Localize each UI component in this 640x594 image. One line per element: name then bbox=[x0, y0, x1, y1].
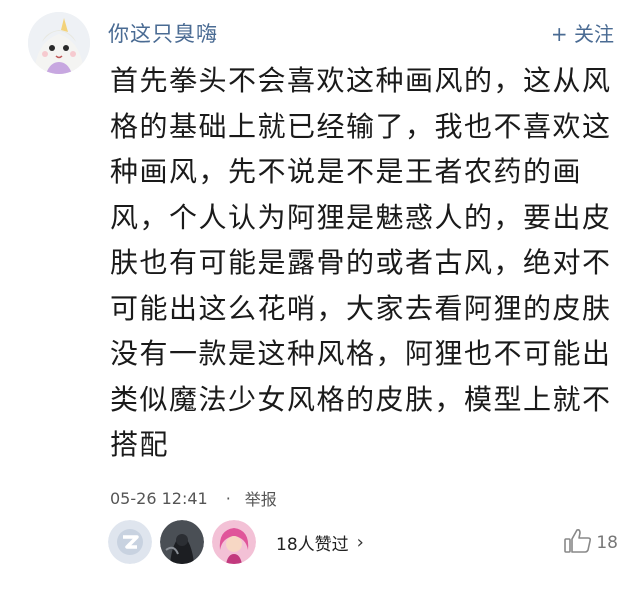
chevron-right-icon: › bbox=[356, 531, 364, 553]
liker-avatar[interactable] bbox=[160, 520, 204, 564]
likes-summary-link[interactable]: 18人赞过 › bbox=[276, 530, 364, 555]
username[interactable]: 你这只臭嗨 bbox=[108, 18, 218, 48]
post-line: 肤也有可能是露骨的或者古风，绝对不 bbox=[110, 246, 612, 279]
post-line: 可能出这么花哨，大家去看阿狸的皮肤 bbox=[110, 291, 612, 325]
likes-summary: 18人赞过 bbox=[276, 534, 349, 555]
report-link[interactable]: 举报 bbox=[245, 486, 277, 510]
post-body: 首先拳头不会喜欢这种画风的，这从风 格的基础上就已经输了，我也不喜欢这 种画风，… bbox=[110, 58, 630, 468]
separator-dot: · bbox=[225, 488, 231, 508]
like-count: 18 bbox=[596, 533, 618, 553]
thumbs-up-icon bbox=[564, 528, 592, 558]
post-line: 首先拳头不会喜欢这种画风的，这从风 bbox=[110, 64, 612, 97]
post-meta: 05-26 12:41 · 举报 bbox=[110, 486, 277, 510]
user-avatar[interactable] bbox=[28, 12, 90, 74]
like-button[interactable]: 18 bbox=[564, 528, 618, 558]
follow-button[interactable]: + 关注 bbox=[551, 18, 614, 47]
likers-row: 18人赞过 › bbox=[108, 520, 364, 564]
post-line: 风，个人认为阿狸是魅惑人的，要出皮 bbox=[110, 200, 612, 234]
liker-avatar[interactable] bbox=[212, 520, 256, 564]
post-line: 没有一款是这种风格，阿狸也不可能出 bbox=[110, 337, 612, 370]
post-line: 类似魔法少女风格的皮肤，模型上就不 bbox=[110, 382, 612, 416]
post-line: 种画风，先不说是不是王者农药的画 bbox=[110, 155, 583, 188]
timestamp: 05-26 12:41 bbox=[110, 488, 208, 508]
post-line: 搭配 bbox=[110, 428, 170, 461]
post-line: 格的基础上就已经输了，我也不喜欢这 bbox=[110, 109, 612, 143]
liker-avatar[interactable] bbox=[108, 520, 152, 564]
